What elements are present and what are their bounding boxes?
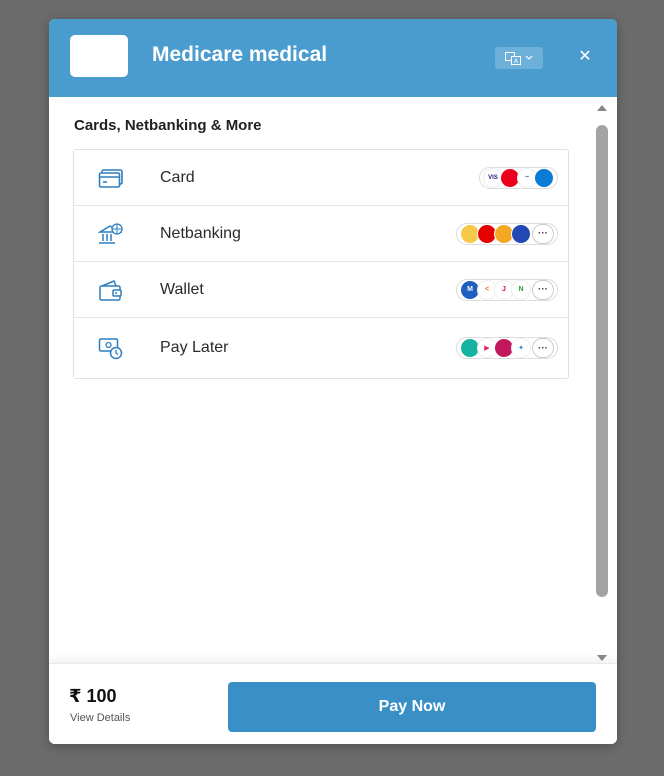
scroll-down-arrow-icon[interactable] — [597, 655, 607, 661]
method-wallet[interactable]: Wallet M < J N ··· — [74, 262, 568, 318]
method-label: Pay Later — [160, 339, 229, 356]
union-bank-badge — [511, 223, 531, 244]
method-label: Card — [160, 168, 195, 186]
checkout-modal: Medicare medical A ✕ Cards, Netbanking &… — [49, 19, 617, 744]
checkout-header: Medicare medical A ✕ — [49, 19, 617, 97]
method-card[interactable]: Card VIS ~ — [74, 150, 568, 206]
pay-later-icon — [98, 338, 123, 360]
maestro-badge — [534, 167, 554, 188]
merchant-name: Medicare medical — [152, 43, 328, 66]
more-paylater-icon: ··· — [532, 338, 554, 358]
ola-badge: N — [511, 279, 531, 300]
section-title: Cards, Netbanking & More — [74, 117, 262, 134]
hdfc-badge: ✦ — [511, 338, 531, 358]
scrollbar[interactable] — [595, 105, 609, 663]
pay-now-button[interactable]: Pay Now — [228, 682, 596, 732]
method-label: Wallet — [160, 280, 204, 298]
payment-methods-list: Card VIS ~ Netbanking ··· Wallet M < J N… — [73, 149, 569, 379]
bank-icon — [98, 222, 123, 244]
scroll-up-arrow-icon[interactable] — [597, 105, 607, 111]
merchant-logo — [70, 35, 128, 77]
paylater-badges: ▶ ✦ ··· — [456, 337, 558, 359]
method-pay-later[interactable]: Pay Later ▶ ✦ ··· — [74, 318, 568, 378]
close-button[interactable]: ✕ — [573, 45, 597, 69]
more-wallets-icon: ··· — [532, 279, 554, 300]
translate-icon: A — [505, 51, 521, 65]
wallet-icon — [99, 279, 122, 301]
order-amount: ₹ 100 — [69, 686, 117, 706]
method-label: Netbanking — [160, 224, 241, 242]
chevron-down-icon — [525, 55, 533, 60]
method-netbanking[interactable]: Netbanking ··· — [74, 206, 568, 262]
view-details-link[interactable]: View Details — [70, 712, 130, 724]
checkout-footer: ₹ 100 View Details Pay Now — [49, 663, 617, 744]
bank-badges: ··· — [456, 222, 558, 245]
language-selector[interactable]: A — [495, 47, 543, 69]
card-icon — [98, 168, 123, 188]
scroll-thumb[interactable] — [596, 125, 608, 597]
wallet-badges: M < J N ··· — [456, 278, 558, 301]
more-banks-icon: ··· — [532, 223, 554, 244]
card-network-badges: VIS ~ — [479, 166, 558, 189]
payment-methods-panel: Cards, Netbanking & More Card VIS ~ Netb… — [49, 97, 617, 663]
